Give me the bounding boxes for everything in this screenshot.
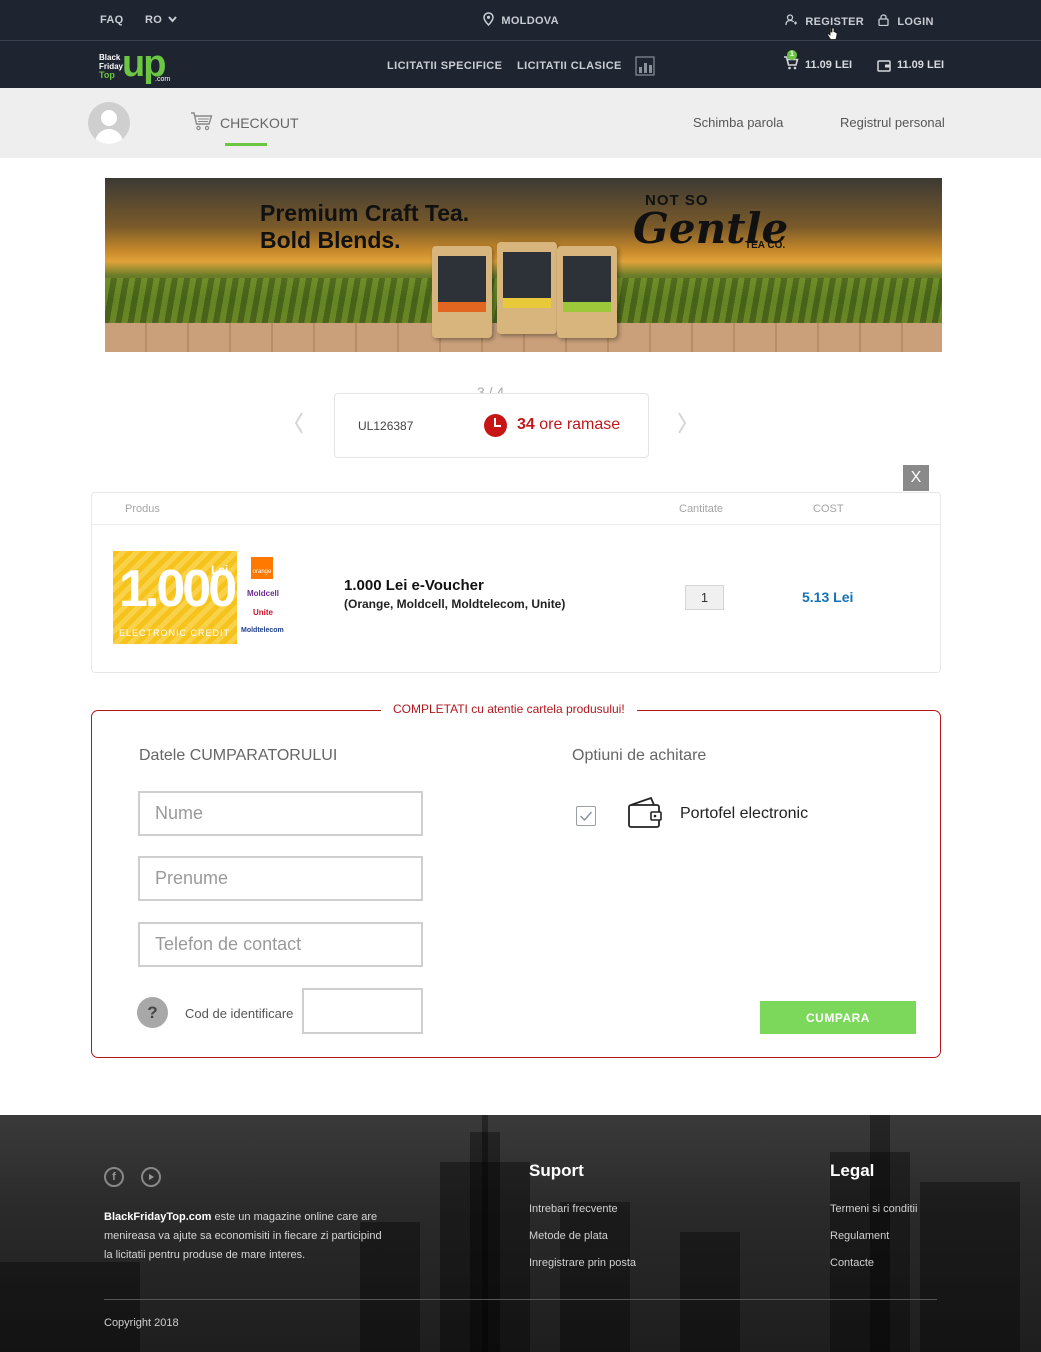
last-name-field[interactable] xyxy=(138,856,423,901)
promo-banner[interactable]: Premium Craft Tea. Bold Blends. NOT SO G… xyxy=(105,178,942,352)
footer-link-contacts[interactable]: Contacte xyxy=(830,1257,874,1269)
auction-slide-card: UL126387 34 ore ramase xyxy=(334,393,649,458)
change-password-link[interactable]: Schimba parola xyxy=(693,115,783,130)
wallet-icon xyxy=(628,796,662,828)
id-code-field[interactable] xyxy=(302,988,423,1034)
stats-icon[interactable] xyxy=(635,56,655,76)
wallet-summary[interactable]: 11.09 LEI xyxy=(877,59,944,77)
time-remaining: 34 ore ramase xyxy=(517,416,620,434)
wallet-small-icon xyxy=(877,60,891,72)
location-label: MOLDOVA xyxy=(501,15,559,27)
login-label: LOGIN xyxy=(897,16,934,28)
personal-register-link[interactable]: Registrul personal xyxy=(840,115,945,130)
quantity-field[interactable]: 1 xyxy=(685,585,724,610)
hours-label: ore ramase xyxy=(539,416,621,433)
voucher-currency: Lei xyxy=(211,563,229,577)
buyer-section-title: Datele CUMPARATORULUI xyxy=(139,747,338,764)
cart-amount: 11.09 LEI xyxy=(805,59,853,71)
column-cost: COST xyxy=(813,503,844,515)
payment-wallet-label: Portofel electronic xyxy=(680,805,809,822)
shopping-cart-icon xyxy=(191,112,213,131)
footer-link-mail-registration[interactable]: Inregistrare prin posta xyxy=(529,1257,636,1269)
chevron-right-icon xyxy=(678,412,687,434)
cart-summary[interactable]: 1 11.09 LEI xyxy=(783,50,852,75)
operator-moldtelecom: Moldtelecom xyxy=(241,627,284,634)
language-label: RO xyxy=(145,14,163,26)
buy-button[interactable]: CUMPARA xyxy=(760,1001,916,1034)
form-warning: COMPLETATI cu atentie cartela produsului… xyxy=(381,702,637,716)
logo-text: Black Friday Top xyxy=(99,53,123,80)
login-link[interactable]: LOGIN xyxy=(878,14,934,28)
chevron-down-icon xyxy=(168,16,178,23)
banner-headline-line-1: Premium Craft Tea. xyxy=(260,200,470,226)
column-product: Produs xyxy=(125,503,160,515)
clock-icon xyxy=(484,414,507,437)
tab-checkout-label: CHECKOUT xyxy=(220,115,299,131)
footer-about-brand: BlackFridayTop.com xyxy=(104,1211,212,1223)
account-subheader: CHECKOUT Schimba parola Registrul person… xyxy=(0,88,1041,158)
footer-support-title: Suport xyxy=(529,1161,584,1180)
footer-link-rules[interactable]: Regulament xyxy=(830,1230,889,1242)
operator-logos: orange Moldcell Unite Moldtelecom xyxy=(237,551,300,644)
youtube-icon[interactable] xyxy=(141,1167,161,1187)
location-pin-icon xyxy=(483,12,494,27)
logo-line-1: Black xyxy=(99,53,121,62)
help-icon[interactable]: ? xyxy=(137,997,168,1028)
logo-suffix: .com xyxy=(155,76,171,83)
page: FAQ RO MOLDOVA REGISTER LOGIN Black Frid… xyxy=(0,0,1041,1352)
faq-link[interactable]: FAQ xyxy=(100,14,124,26)
cart-table: Produs Cantitate COST 1.000 Lei ELECTRON… xyxy=(91,492,941,673)
footer-link-faq[interactable]: Intrebari frecvente xyxy=(529,1203,618,1215)
tea-pouch-image xyxy=(557,246,617,338)
voucher-caption: ELECTRONIC CREDIT xyxy=(119,628,231,638)
active-tab-indicator xyxy=(225,143,267,146)
chevron-left-icon xyxy=(294,412,303,434)
banner-brand-sub: TEA CO. xyxy=(745,240,786,251)
language-selector[interactable]: RO xyxy=(145,14,178,26)
column-quantity: Cantitate xyxy=(679,503,724,515)
phone-field[interactable] xyxy=(138,922,423,967)
location-selector[interactable]: MOLDOVA xyxy=(483,12,559,27)
payment-section-title: Optiuni de achitare xyxy=(572,747,707,764)
hours-value: 34 xyxy=(517,416,535,433)
payment-wallet-checkbox[interactable] xyxy=(576,806,596,826)
footer-legal-title: Legal xyxy=(830,1161,875,1180)
product-subtitle: (Orange, Moldcell, Moldtelecom, Unite) xyxy=(344,597,566,611)
id-code-label: Cod de identificare xyxy=(185,1006,294,1021)
footer-copyright: Copyright 2018 xyxy=(104,1317,179,1329)
main-navbar: Black Friday Top up .com LICITATII SPECI… xyxy=(0,41,1041,88)
tea-pouch-image xyxy=(432,246,492,338)
nav-classic-auctions[interactable]: LICITATII CLASICE xyxy=(517,60,622,72)
auction-code: UL126387 xyxy=(358,419,414,433)
operator-orange: orange xyxy=(251,557,273,579)
first-name-field[interactable] xyxy=(138,791,423,836)
register-link[interactable]: REGISTER xyxy=(785,14,864,28)
cart-badge: 1 xyxy=(787,50,797,60)
footer: f BlackFridayTop.com este un magazine on… xyxy=(0,1115,1041,1352)
facebook-icon[interactable]: f xyxy=(104,1167,124,1187)
nav-specific-auctions[interactable]: LICITATII SPECIFICE xyxy=(387,60,502,72)
footer-divider xyxy=(104,1299,937,1300)
product-image: 1.000 Lei ELECTRONIC CREDIT orange Moldc… xyxy=(113,551,300,644)
close-button[interactable]: X xyxy=(903,465,929,491)
user-add-icon xyxy=(785,14,797,26)
prev-slide-button[interactable] xyxy=(294,410,304,441)
product-price: 5.13 Lei xyxy=(802,589,854,605)
lock-icon xyxy=(878,14,889,27)
avatar[interactable] xyxy=(88,102,130,144)
checkmark-icon xyxy=(580,811,593,822)
hand-pointer-icon xyxy=(826,27,838,40)
top-bar: FAQ RO MOLDOVA REGISTER LOGIN xyxy=(0,0,1041,41)
footer-link-terms[interactable]: Termeni si conditii xyxy=(830,1203,917,1215)
operator-moldcell: Moldcell xyxy=(247,589,280,598)
next-slide-button[interactable] xyxy=(677,410,687,441)
wallet-amount: 11.09 LEI xyxy=(897,59,945,71)
tea-pouch-image xyxy=(497,242,557,334)
footer-link-payment-methods[interactable]: Metode de plata xyxy=(529,1230,608,1242)
product-title: 1.000 Lei e-Voucher xyxy=(344,577,484,594)
operator-unite: Unite xyxy=(253,608,273,617)
logo-line-3: Top xyxy=(99,70,115,80)
footer-about: BlackFridayTop.com este un magazine onli… xyxy=(104,1208,384,1265)
